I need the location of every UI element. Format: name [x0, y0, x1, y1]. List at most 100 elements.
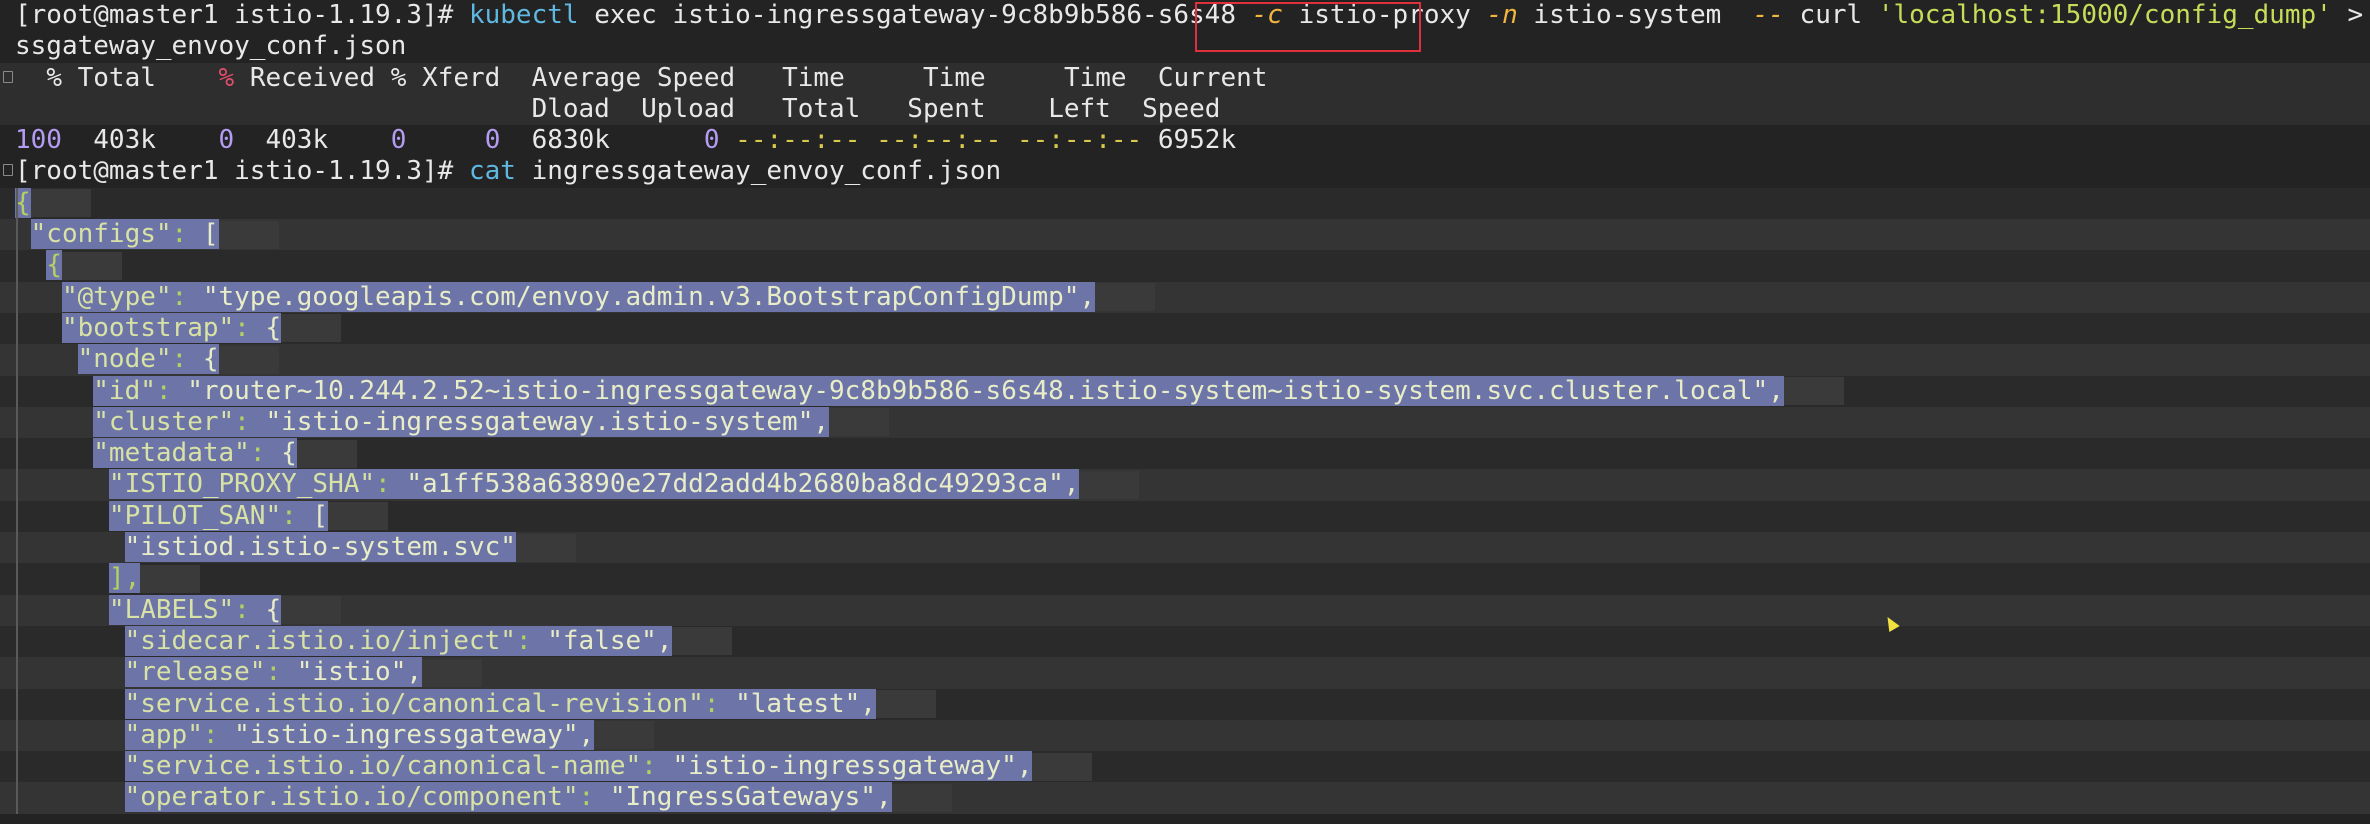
selection-gutter	[16, 719, 18, 752]
json-text: "metadata": {	[93, 438, 297, 469]
json-text: "operator.istio.io/component": "IngressG…	[124, 782, 892, 813]
command-line-kubectl: [root@master1 istio-1.19.3]# kubectl exe…	[0, 0, 2370, 31]
json-line: "PILOT_SAN": [	[0, 500, 2370, 533]
value-xferd-pct: 0	[390, 125, 407, 156]
json-line: "sidecar.istio.io/inject": "false",	[0, 625, 2370, 658]
curl-progress-header: % Total % Received % Xferd Average Speed…	[0, 62, 2370, 94]
header-received-pct: %	[218, 62, 235, 93]
selection-tail	[61, 251, 122, 280]
header-pct: %	[46, 62, 62, 93]
fold-marker-icon[interactable]	[3, 70, 13, 83]
json-line: "operator.istio.io/component": "IngressG…	[0, 782, 2370, 814]
selection-tail	[1095, 283, 1156, 312]
value-time-left: --:--:--	[1016, 125, 1143, 156]
selection-gutter	[16, 563, 18, 595]
value-received-pct: 0	[218, 125, 235, 156]
json-text: "id": "router~10.244.2.52~istio-ingressg…	[93, 375, 1784, 406]
selection-gutter	[16, 344, 18, 376]
json-line: "bootstrap": {	[0, 312, 2370, 345]
header-time-left: Time	[1063, 62, 1127, 93]
json-text: "istiod.istio-system.svc"	[124, 532, 516, 563]
command-args: exec istio-ingressgateway-9c8b9b586-s6s4…	[594, 0, 1236, 30]
json-text: "node": {	[77, 344, 219, 375]
subheader-upload: Upload	[641, 93, 736, 124]
json-text: "LABELS": {	[108, 594, 282, 625]
selection-gutter	[16, 782, 18, 814]
shell-prompt: [root@master1 istio-1.19.3]#	[15, 0, 454, 30]
command-line-wrap: ssgateway_envoy_conf.json	[0, 31, 2370, 62]
value-time-spent: --:--:--	[876, 125, 1002, 156]
json-line: "configs": [	[0, 219, 2370, 251]
command-line-cat: [root@master1 istio-1.19.3]# cat ingress…	[0, 156, 2370, 187]
header-total: Total	[77, 62, 156, 93]
command-name: kubectl	[468, 0, 579, 30]
value-current: 6952k	[1157, 125, 1237, 156]
selection-tail	[875, 690, 936, 719]
selection-gutter	[16, 625, 18, 658]
value-upload: 0	[703, 125, 720, 156]
header-current: Current	[1157, 62, 1268, 93]
selection-tail	[296, 439, 357, 468]
selection-gutter	[16, 532, 18, 564]
json-text: "service.istio.io/canonical-revision": "…	[124, 688, 876, 719]
json-text: "configs": [	[30, 219, 219, 250]
value-received: 403k	[265, 125, 329, 156]
selection-tail	[30, 189, 91, 218]
json-output[interactable]: { "configs": [ { "@type": "type.googleap…	[0, 187, 2370, 814]
selection-gutter	[16, 406, 18, 439]
value-dload: 6830k	[531, 125, 610, 156]
json-text: "sidecar.istio.io/inject": "false",	[124, 625, 673, 656]
json-text: "PILOT_SAN": [	[108, 500, 329, 531]
selection-tail	[281, 314, 342, 343]
subheader-spent: Spent	[907, 93, 986, 124]
json-line: "LABELS": {	[0, 594, 2370, 626]
fold-marker-icon[interactable]	[3, 164, 13, 177]
json-line: "node": {	[0, 344, 2370, 376]
selection-gutter	[16, 281, 18, 313]
header-time-spent: Time	[923, 62, 986, 93]
header-received: Received	[249, 62, 376, 93]
json-line: "istiod.istio-system.svc"	[0, 532, 2370, 564]
header-speed: Speed	[656, 62, 736, 93]
json-line: "service.istio.io/canonical-name": "isti…	[0, 751, 2370, 783]
curl-progress-subheader: Dload Upload Total Spent Left Speed	[0, 93, 2370, 126]
selection-gutter	[16, 500, 18, 533]
terminal-window[interactable]: [root@master1 istio-1.19.3]# kubectl exe…	[0, 0, 2370, 824]
subheader-speed: Speed	[1142, 93, 1221, 124]
curl-url: 'localhost:15000/config_dump'	[1877, 0, 2332, 30]
json-text: "service.istio.io/canonical-name": "isti…	[124, 751, 1033, 782]
json-text: "cluster": "istio-ingressgateway.istio-s…	[93, 406, 830, 437]
redirect-output: > ingre	[2347, 0, 2364, 30]
command-name: cat	[468, 156, 516, 187]
value-xferd: 0	[484, 125, 501, 156]
selection-gutter	[16, 688, 18, 720]
subheader-dload: Dload	[531, 93, 610, 124]
selection-gutter	[16, 219, 18, 251]
selection-tail	[672, 627, 733, 656]
curl-progress-values: 100 403k 0 403k 0 0 6830k 0 --:--:-- --:…	[0, 125, 2370, 156]
selection-tail	[281, 596, 342, 625]
selection-tail	[1783, 377, 1844, 406]
header-xferd: Xferd	[422, 62, 501, 93]
selection-tail	[218, 220, 279, 249]
selection-tail	[891, 783, 952, 812]
selection-tail	[1032, 752, 1093, 781]
selection-gutter	[16, 594, 18, 626]
json-line: "app": "istio-ingressgateway",	[0, 719, 2370, 752]
namespace-name: istio-system	[1533, 0, 1722, 30]
selection-tail	[829, 408, 890, 437]
selection-gutter	[16, 187, 18, 220]
